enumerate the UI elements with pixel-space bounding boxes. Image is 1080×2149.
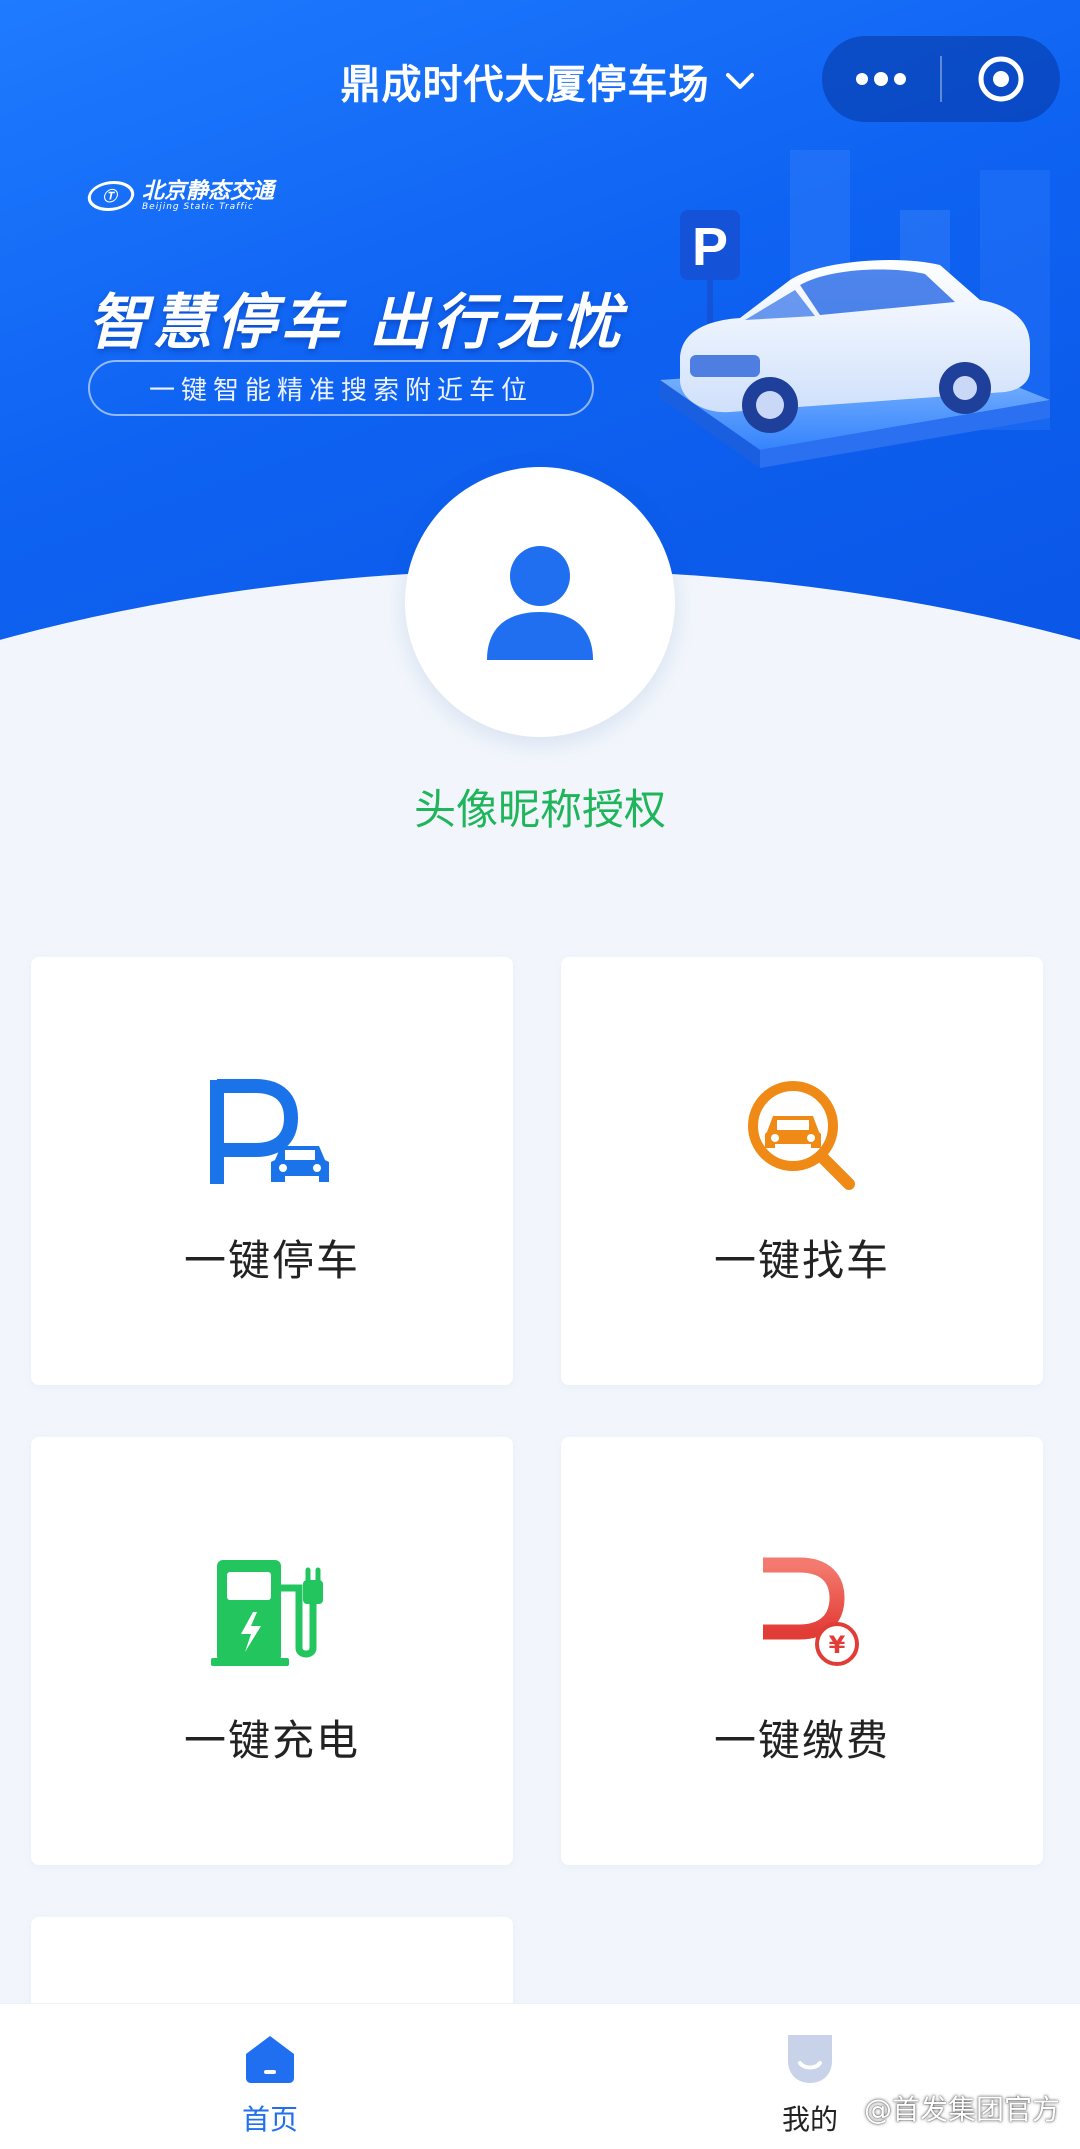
tab-mine-label: 我的 — [781, 2103, 838, 2136]
parking-car-icon — [210, 1079, 329, 1184]
parking-lot-selector[interactable]: 鼎成时代大厦停车场 — [341, 52, 760, 110]
find-car-icon — [748, 1081, 855, 1190]
banner-slogan: 智慧停车 出行无忧 — [88, 288, 625, 358]
feature-card-find-car[interactable]: 一键找车 — [561, 957, 1043, 1385]
chevron-down-icon — [725, 73, 754, 89]
tab-home-label: 首页 — [241, 2103, 298, 2136]
close-mini-program-button[interactable] — [942, 36, 1060, 122]
page-title: 鼎成时代大厦停车场 — [340, 62, 710, 108]
mini-program-capsule — [822, 36, 1060, 122]
feature-label: 一键充电 — [183, 1716, 360, 1765]
user-tab-icon — [788, 2035, 832, 2083]
brand-logo: Ⓣ 北京静态交通 Beijing Static Traffic — [84, 179, 275, 213]
avatar[interactable] — [405, 467, 675, 737]
user-avatar-icon — [487, 546, 593, 660]
svg-text:¥: ¥ — [829, 1631, 846, 1659]
watermark: @首发集团官方 — [863, 2093, 1060, 2126]
tab-home[interactable]: 首页 — [150, 2004, 390, 2149]
feature-card-payment[interactable]: ¥ 一键缴费 — [561, 1437, 1043, 1865]
parking-pay-icon: ¥ — [755, 1557, 859, 1666]
feature-label: 一键停车 — [183, 1236, 360, 1285]
home-icon — [246, 2036, 294, 2083]
feature-card-parking[interactable]: 一键停车 — [31, 957, 513, 1385]
avatar-nickname-auth-link[interactable]: 头像昵称授权 — [0, 776, 1080, 837]
feature-label: 一键找车 — [713, 1236, 890, 1285]
svg-text:P: P — [692, 217, 728, 277]
banner-sub-slogan: 一键智能精准搜索附近车位 — [88, 360, 594, 416]
more-button[interactable] — [822, 36, 940, 122]
brand-mark-icon: Ⓣ — [84, 181, 138, 212]
more-dots-icon — [856, 72, 906, 86]
brand-name: 北京静态交通 — [142, 179, 275, 204]
feature-label: 一键缴费 — [713, 1716, 890, 1765]
brand-sub: Beijing Static Traffic — [142, 202, 254, 213]
target-circle-icon — [978, 56, 1024, 102]
car-parking-illustration: P — [660, 150, 1050, 468]
ev-charging-icon — [211, 1560, 323, 1666]
feature-card-charging[interactable]: 一键充电 — [31, 1437, 513, 1865]
